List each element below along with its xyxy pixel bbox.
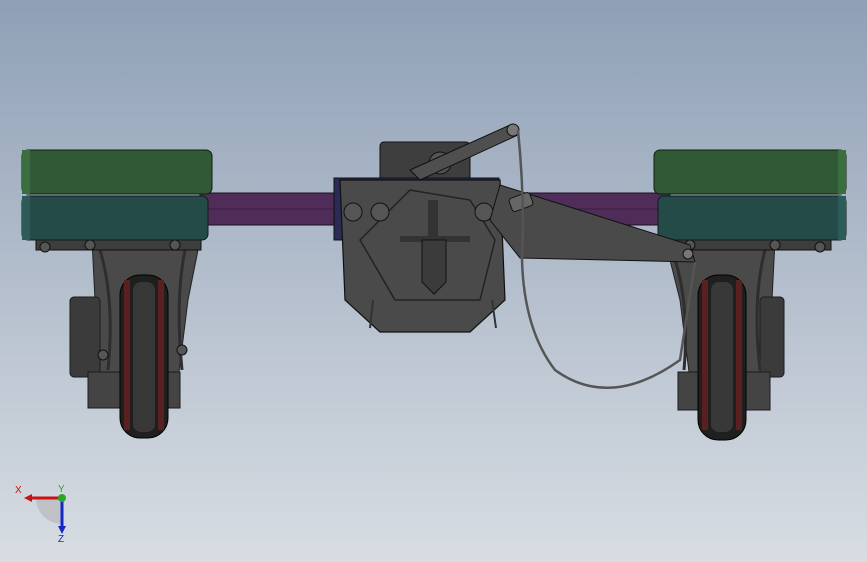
right-upper-pad[interactable] (653, 149, 847, 195)
orientation-triad[interactable]: X Y Z (14, 484, 74, 546)
right-lower-pad[interactable] (657, 195, 847, 241)
y-axis-label: Y (58, 484, 65, 495)
z-axis-label: Z (58, 534, 65, 545)
x-axis-label: X (15, 485, 22, 496)
left-caster[interactable] (35, 239, 202, 439)
assembly-model[interactable] (0, 0, 867, 562)
3d-viewport[interactable]: X Y Z (0, 0, 867, 562)
left-upper-pad[interactable] (21, 149, 213, 195)
right-caster[interactable] (664, 239, 832, 441)
triad-graphic (24, 494, 66, 534)
left-lower-pad[interactable] (21, 195, 209, 241)
